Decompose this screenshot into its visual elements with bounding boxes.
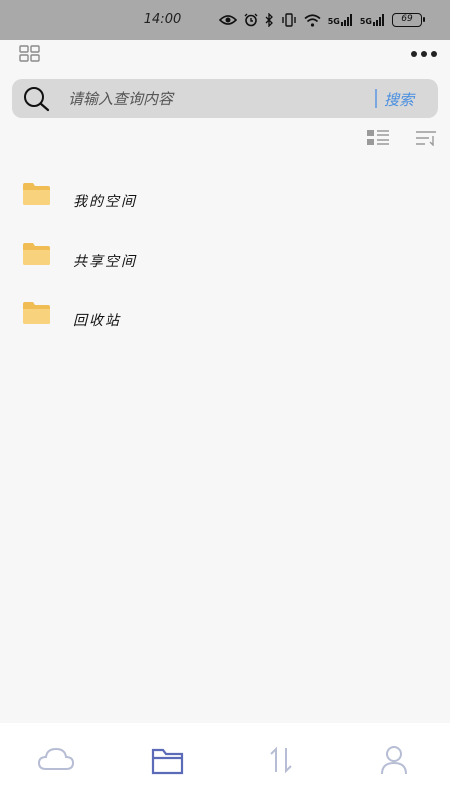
status-icons: 5G 5G 69 <box>218 13 425 27</box>
more-options-icon[interactable] <box>411 51 437 57</box>
bottom-nav <box>0 723 450 800</box>
files-icon[interactable] <box>151 745 185 775</box>
search-icon[interactable] <box>23 86 51 112</box>
status-bar: 14:00 5G 5G 69 <box>0 0 450 40</box>
transfer-icon[interactable] <box>268 745 296 775</box>
vibrate-icon <box>282 13 296 27</box>
folder-icon <box>23 183 50 205</box>
more-dot <box>431 51 437 57</box>
wifi-icon <box>304 13 321 27</box>
folder-label: 我的空间 <box>73 194 137 210</box>
eye-icon <box>218 15 237 25</box>
folder-icon <box>23 243 50 265</box>
more-dot <box>421 51 427 57</box>
signal-1: 5G <box>328 14 353 26</box>
network-label-2: 5G <box>359 17 372 26</box>
more-dot <box>411 51 417 57</box>
alarm-icon <box>244 13 258 27</box>
battery-indicator: 69 <box>392 13 425 27</box>
folder-label: 共享空间 <box>73 254 137 270</box>
user-icon[interactable] <box>380 745 408 775</box>
folder-item-my-space[interactable]: 我的空间 <box>0 178 450 222</box>
signal-2: 5G <box>360 14 385 26</box>
grid-menu-icon[interactable] <box>19 45 41 63</box>
sort-icon[interactable] <box>416 130 436 146</box>
signal-icon <box>340 14 352 26</box>
cloud-icon[interactable] <box>37 745 75 773</box>
folder-item-shared-space[interactable]: 共享空间 <box>0 238 450 282</box>
search-divider <box>375 89 377 108</box>
network-label-1: 5G <box>327 17 340 26</box>
search-button[interactable]: 搜索 <box>384 87 434 111</box>
folder-item-recycle-bin[interactable]: 回收站 <box>0 297 450 341</box>
folder-icon <box>23 302 50 324</box>
signal-icon <box>373 14 384 26</box>
search-input[interactable] <box>68 87 358 111</box>
folder-label: 回收站 <box>73 313 121 329</box>
list-view-icon[interactable] <box>367 129 389 147</box>
bluetooth-icon <box>265 13 273 27</box>
search-bar: 搜索 <box>12 79 438 118</box>
